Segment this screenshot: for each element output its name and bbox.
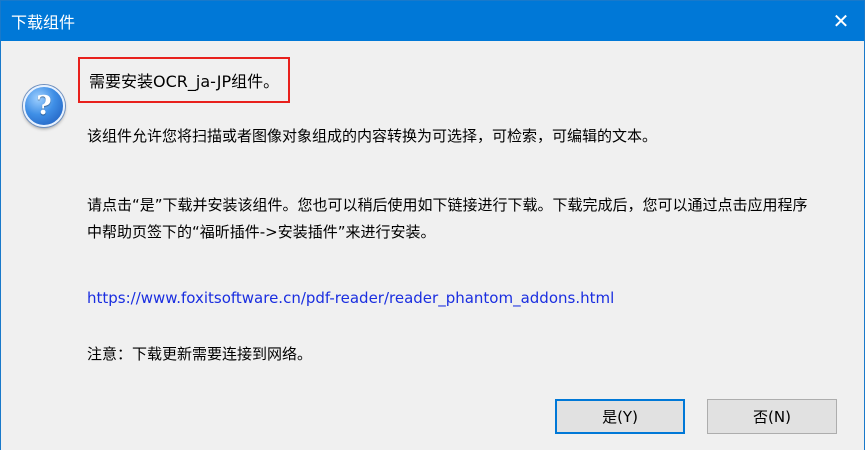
addons-download-link[interactable]: https://www.foxitsoftware.cn/pdf-reader/… <box>87 289 614 307</box>
headline-highlight: 需要安装OCR_ja-JP组件。 <box>78 57 291 103</box>
title-bar[interactable]: 下载组件 ✕ <box>1 1 864 41</box>
yes-button[interactable]: 是(Y) <box>555 399 685 434</box>
question-glyph: ? <box>36 91 52 121</box>
dialog-title: 下载组件 <box>11 13 76 32</box>
instruction-paragraph: 请点击“是”下载并安装该组件。您也可以稍后使用如下链接进行下载。下载完成后，您可… <box>87 196 808 241</box>
network-note: 注意：下载更新需要连接到网络。 <box>87 345 313 363</box>
question-icon: ? <box>23 85 65 127</box>
headline-text: 需要安装OCR_ja-JP组件。 <box>89 72 280 91</box>
close-icon: ✕ <box>832 9 850 33</box>
no-button[interactable]: 否(N) <box>707 399 837 434</box>
description-paragraph: 该组件允许您将扫描或者图像对象组成的内容转换为可选择，可检索，可编辑的文本。 <box>87 127 658 145</box>
close-button[interactable]: ✕ <box>818 1 864 41</box>
download-component-dialog: 下载组件 ✕ ? 需要安装OCR_ja-JP组件。 该组件允许您将扫描或者图像对… <box>0 0 865 450</box>
dialog-body: ? 需要安装OCR_ja-JP组件。 该组件允许您将扫描或者图像对象组成的内容转… <box>1 41 864 450</box>
